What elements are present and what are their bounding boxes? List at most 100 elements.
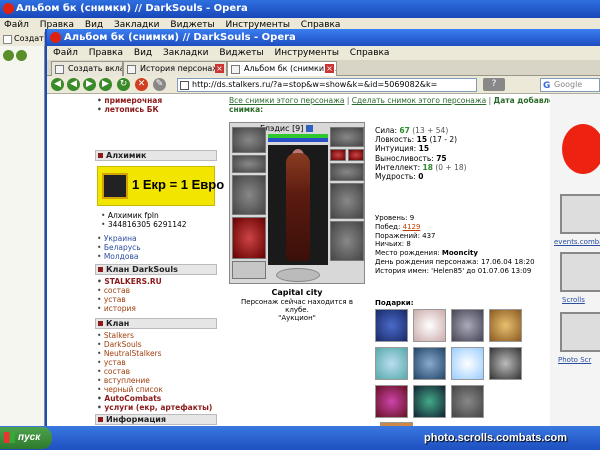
character-name: Глэдис [9] [260, 124, 313, 133]
navigation-toolbar: ◀ ◀ ▶ ▶ ↻ ✕ ✎ http://ds.stalkers.ru/?a=s… [47, 76, 600, 94]
gift-item[interactable] [451, 347, 484, 380]
gift-item[interactable] [375, 385, 408, 418]
main-content: Все снимки этого персонажа | Сделать сни… [225, 94, 600, 426]
close-icon[interactable]: × [215, 64, 224, 73]
sidebar-link-ukraine[interactable]: Украина [97, 234, 137, 243]
ring-slot-2[interactable] [348, 149, 364, 161]
ring-slot-1[interactable] [330, 149, 346, 161]
info-wins[interactable]: 4129 [403, 223, 421, 231]
menu-tools[interactable]: Инструменты [275, 48, 339, 58]
fast-forward-icon[interactable]: ▶ [83, 78, 96, 91]
mana-bar [268, 138, 328, 142]
address-bar[interactable]: http://ds.stalkers.ru/?a=stop&w=show&k=&… [177, 78, 477, 92]
forward-arrow-icon[interactable]: ▶ [99, 78, 112, 91]
menu-edit[interactable]: Правка [89, 48, 123, 58]
status-location: "Аукцион" [278, 314, 316, 322]
gift-item[interactable] [489, 347, 522, 380]
back-arrow-icon[interactable] [3, 50, 14, 61]
sidebar-link-fitting[interactable]: примерочная [97, 96, 162, 105]
character-frame: Глэдис [9] [229, 122, 365, 284]
scrolls-emblem[interactable] [560, 252, 600, 292]
sidebar-link-services[interactable]: услуги (екр, артефакты) [97, 403, 212, 412]
tab-history[interactable]: История персонажа БК ... × [123, 61, 227, 76]
page-content: примерочная летопись БК Алхимик 1 Екр = … [47, 94, 600, 426]
stat-agility-extra: (17 - 2) [429, 135, 458, 145]
stat-intuition-label: Интуиция: [375, 144, 417, 154]
boots-slot[interactable] [330, 221, 364, 261]
back-icon[interactable]: ◀ [51, 78, 64, 91]
sidebar-link-stalkers[interactable]: STALKERS.RU [97, 277, 161, 286]
sidebar-link-chronicle[interactable]: летопись БК [97, 105, 158, 114]
reload-icon[interactable]: ↻ [117, 78, 130, 91]
sidebar-link-roster[interactable]: состав [97, 286, 130, 295]
edit-icon[interactable]: ✎ [153, 78, 166, 91]
gift-item[interactable] [489, 309, 522, 342]
gloves-slot[interactable] [330, 163, 364, 181]
link-all-snapshots[interactable]: Все снимки этого персонажа [229, 96, 344, 105]
info-icon[interactable] [305, 125, 313, 132]
sidebar-link-clan-darksouls[interactable]: DarkSouls [97, 340, 142, 349]
sidebar-link-moldova[interactable]: Молдова [97, 252, 139, 261]
bracer-slot[interactable] [232, 155, 266, 173]
start-button[interactable]: пуск [0, 427, 52, 449]
menu-view[interactable]: Вид [134, 48, 152, 58]
sidebar-link-join[interactable]: вступление [97, 376, 150, 385]
gift-item[interactable] [451, 385, 484, 418]
tab-album[interactable]: Альбом бк (снимки) ... × [227, 61, 337, 76]
opera-icon [3, 3, 14, 14]
tab-new[interactable]: Создать вкладку [51, 61, 123, 76]
alchemist-user[interactable]: fpln [145, 211, 159, 220]
gift-item[interactable] [413, 309, 446, 342]
character-city: Capital city [271, 288, 323, 297]
link-make-snapshot[interactable]: Сделать снимок этого персонажа [352, 96, 487, 105]
gift-item[interactable] [375, 347, 408, 380]
combats-logo [562, 124, 600, 174]
close-icon[interactable]: × [325, 64, 334, 73]
guild-emblem [276, 268, 320, 282]
link-photo[interactable]: Photo Scr [558, 356, 591, 364]
link-scrolls[interactable]: Scrolls [562, 296, 585, 304]
menu-help[interactable]: Справка [350, 48, 390, 58]
menu-bookmarks[interactable]: Закладки [163, 48, 209, 58]
sidebar-link-autocombats[interactable]: AutoCombats [97, 394, 161, 403]
forward-arrow-icon[interactable] [16, 50, 27, 61]
snapshot-label: снимка: [229, 105, 264, 114]
new-tab-icon [3, 35, 12, 44]
page-icon [231, 65, 240, 74]
back-menu-file[interactable]: Файл [4, 20, 29, 30]
info-name-history: История имен: 'Helen85' до 01.07.06 13:0… [375, 266, 532, 275]
info-losses: Поражений: 437 [375, 231, 436, 240]
shield-slot[interactable] [330, 183, 364, 219]
photo-emblem[interactable] [560, 312, 600, 352]
sidebar-link-clan-neutral[interactable]: NeutralStalkers [97, 349, 162, 358]
sidebar-link-belarus[interactable]: Беларусь [97, 243, 141, 252]
character-info: Уровень: 9 Побед: 4129 Поражений: 437 Ни… [375, 214, 535, 276]
link-events[interactable]: events.combats [554, 238, 600, 246]
armor-slot[interactable] [232, 217, 266, 259]
help-icon[interactable]: ? [483, 78, 505, 91]
sidebar-link-charter[interactable]: устав [97, 295, 126, 304]
exchange-banner[interactable]: 1 Екр = 1 Евро [97, 166, 224, 206]
window-titlebar: Альбом бк (снимки) // DarkSouls - Opera [47, 29, 600, 46]
sidebar-link-blacklist[interactable]: черный список [97, 385, 163, 394]
back-tab-new[interactable]: Создать в [0, 32, 45, 46]
helmet-slot[interactable] [232, 127, 266, 153]
events-emblem[interactable] [560, 194, 600, 234]
sidebar-link-history[interactable]: история [97, 304, 136, 313]
stop-icon[interactable]: ✕ [135, 78, 148, 91]
forward-icon[interactable]: ◀ [67, 78, 80, 91]
sidebar-link-clan-stalkers[interactable]: Stalkers [97, 331, 134, 340]
weapon-slot[interactable] [232, 175, 266, 215]
sidebar-link-clan-roster[interactable]: состав [97, 367, 130, 376]
sidebar-link-clan-charter[interactable]: устав [97, 358, 126, 367]
menu-file[interactable]: Файл [53, 48, 78, 58]
gift-item[interactable] [451, 309, 484, 342]
belt-slot[interactable] [232, 261, 266, 279]
tab-new-label: Создать вкладку [68, 64, 122, 73]
gift-item[interactable] [375, 309, 408, 342]
gift-item[interactable] [413, 385, 446, 418]
menu-widgets[interactable]: Виджеты [219, 48, 263, 58]
search-field[interactable]: G Google [540, 78, 600, 92]
gift-item[interactable] [413, 347, 446, 380]
earring-slot[interactable] [330, 127, 364, 147]
